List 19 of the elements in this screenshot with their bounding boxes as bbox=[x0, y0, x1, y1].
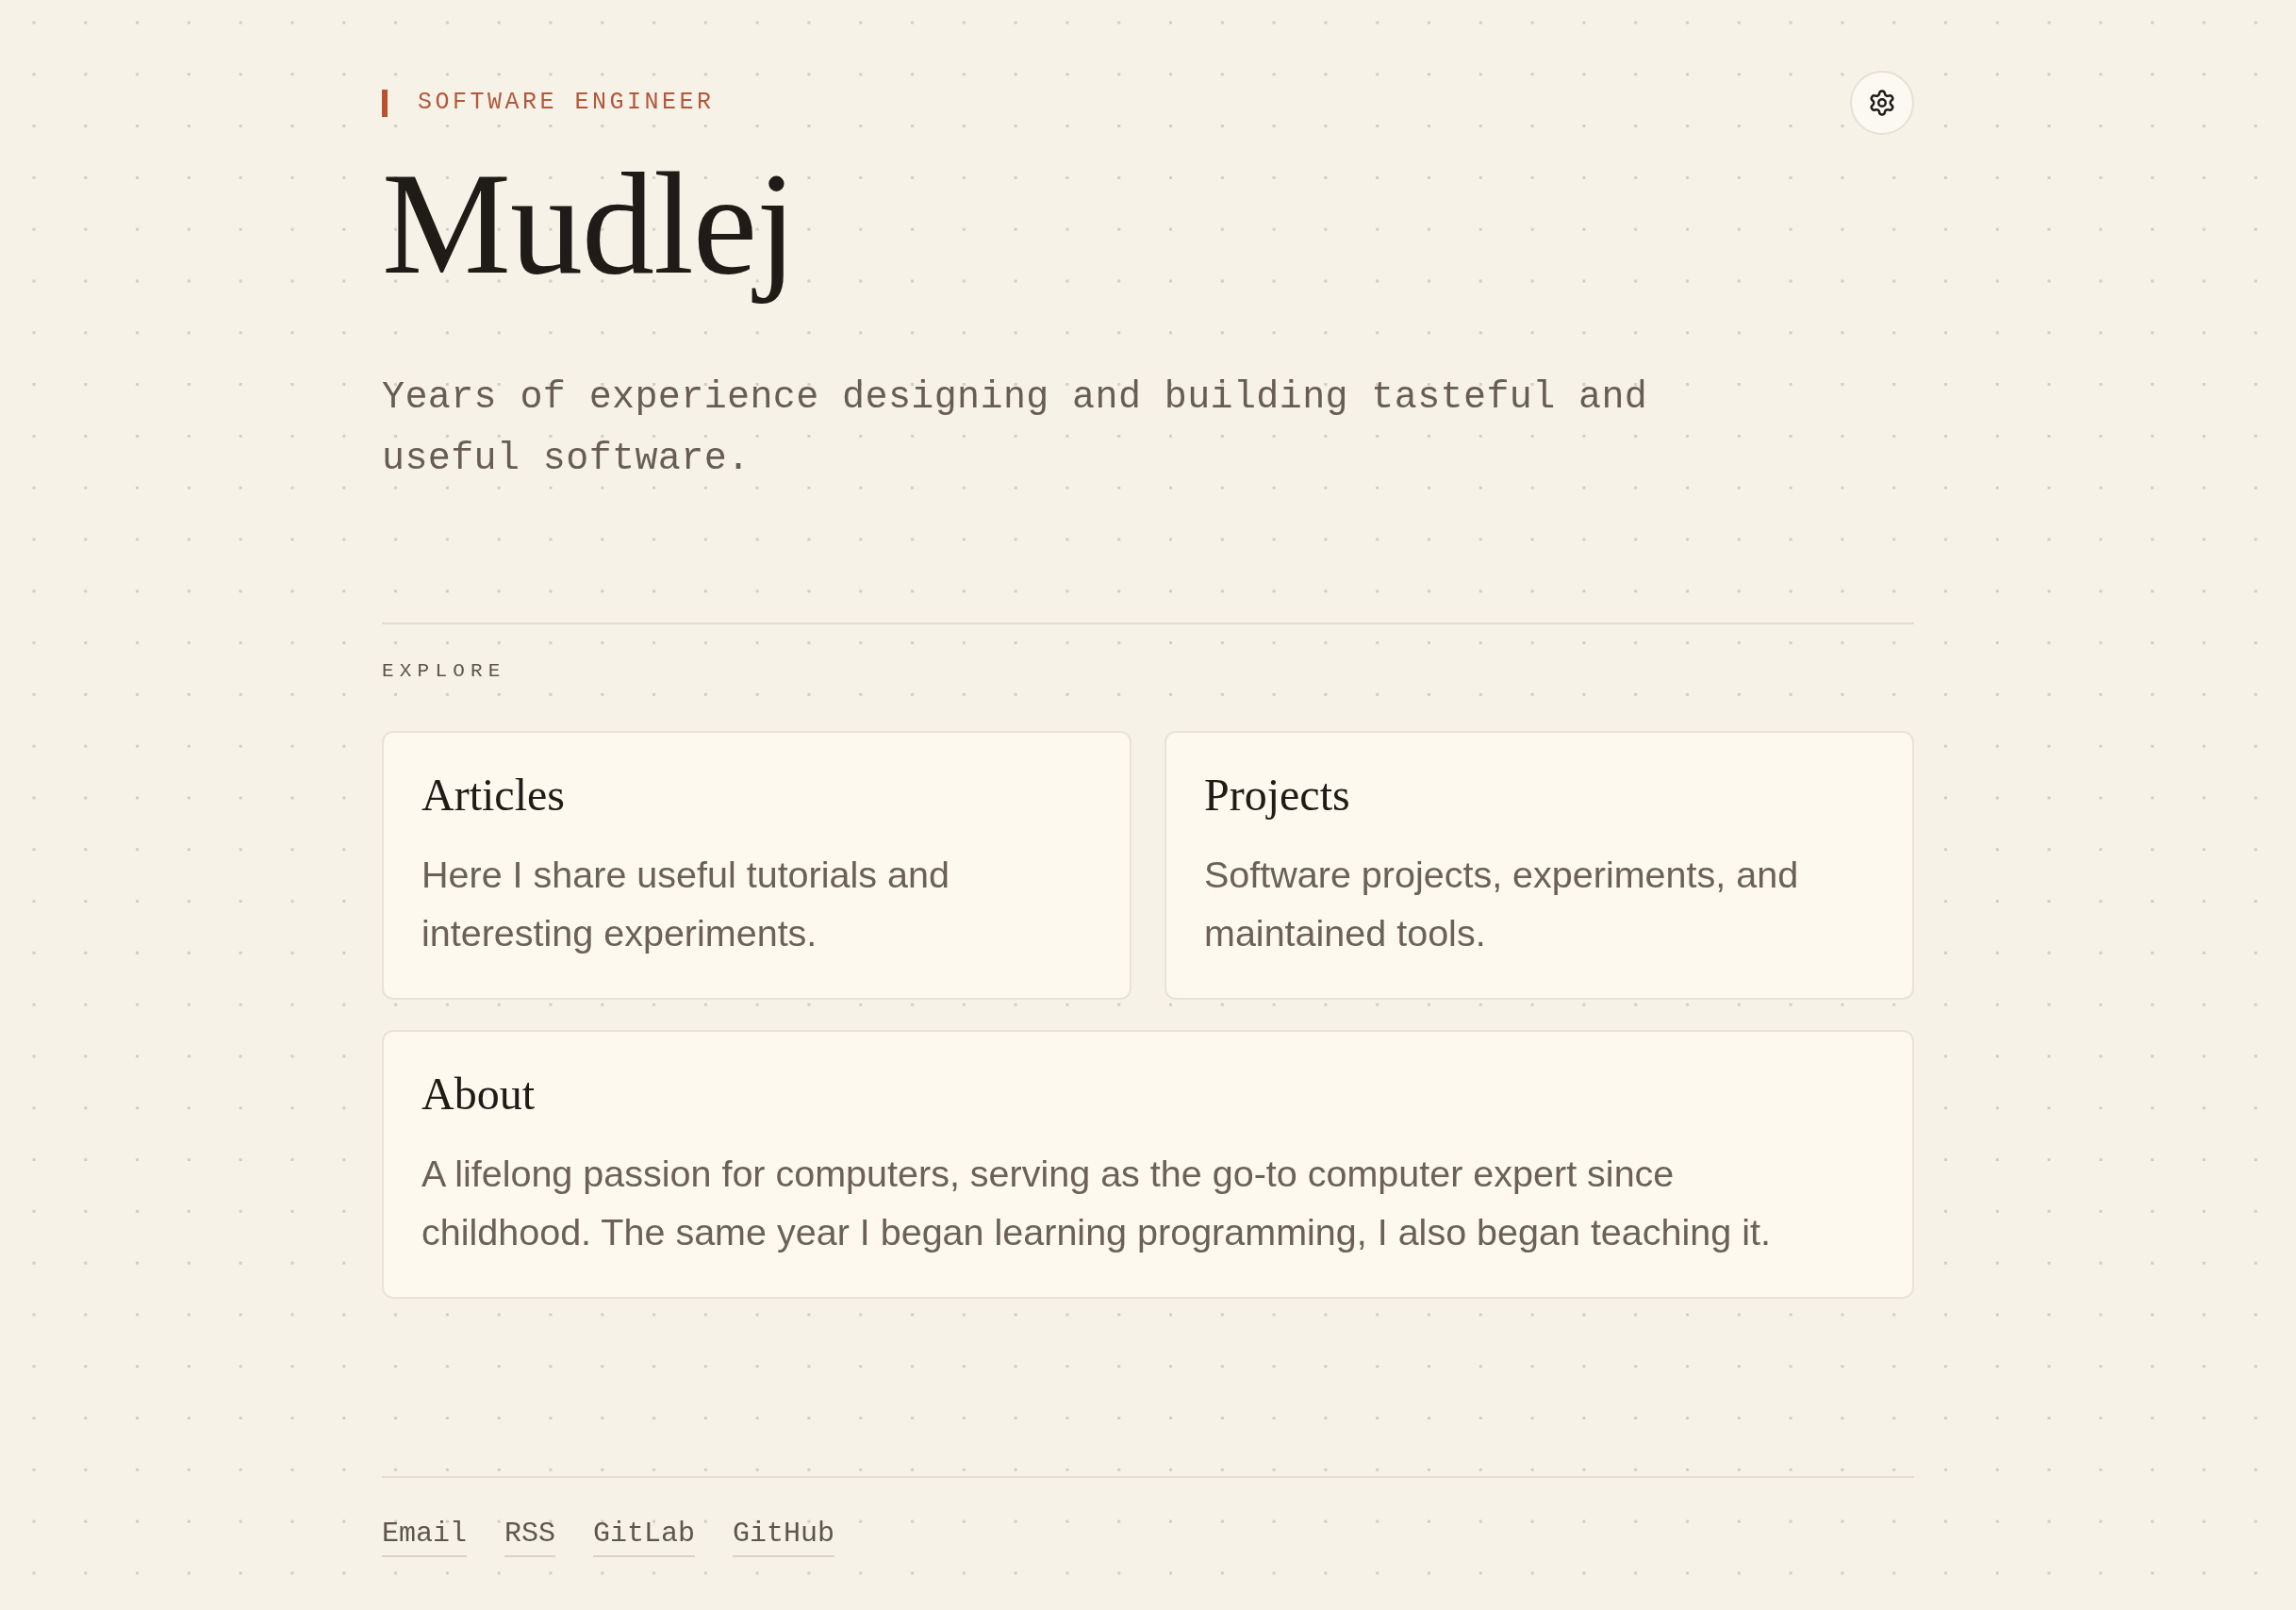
card-description: Software projects, experiments, and maintained tools. bbox=[1204, 852, 1800, 955]
explore-card[interactable]: About A lifelong passion for computers, serving as the go-to computer expert since childhood. The same year I began learning programming, I also began teaching it. bbox=[382, 1029, 1914, 1299]
explore-card[interactable]: Articles Here I share useful tutorials and interesting experiments. bbox=[382, 730, 1131, 1000]
role-label: SOFTWARE ENGINEER bbox=[418, 89, 715, 117]
card-description: A lifelong passion for computers, serving as the go-to computer expert since childhood. The same year I began learning programming, I also began teaching it. bbox=[421, 1151, 1772, 1254]
settings-icon bbox=[1868, 89, 1896, 117]
card-title: Articles bbox=[421, 768, 565, 821]
card-title: About bbox=[421, 1067, 535, 1120]
footer-link[interactable]: Email bbox=[382, 1516, 467, 1557]
card-description: Here I share useful tutorials and interesting experiments. bbox=[421, 852, 950, 955]
footer-link[interactable]: GitHub bbox=[733, 1516, 835, 1557]
footer-link[interactable]: RSS bbox=[504, 1516, 556, 1557]
explore-card[interactable]: Projects Software projects, experiments, and maintained tools. bbox=[1165, 730, 1914, 1000]
accent-bar-icon bbox=[382, 89, 388, 117]
footer-link[interactable]: GitLab bbox=[593, 1516, 696, 1557]
section-heading: EXPLORE bbox=[382, 658, 506, 684]
site-title: Mudlej bbox=[382, 142, 797, 306]
card-title: Projects bbox=[1204, 768, 1350, 821]
tagline: Years of experience designing and building tasteful and useful software. bbox=[382, 374, 1649, 482]
